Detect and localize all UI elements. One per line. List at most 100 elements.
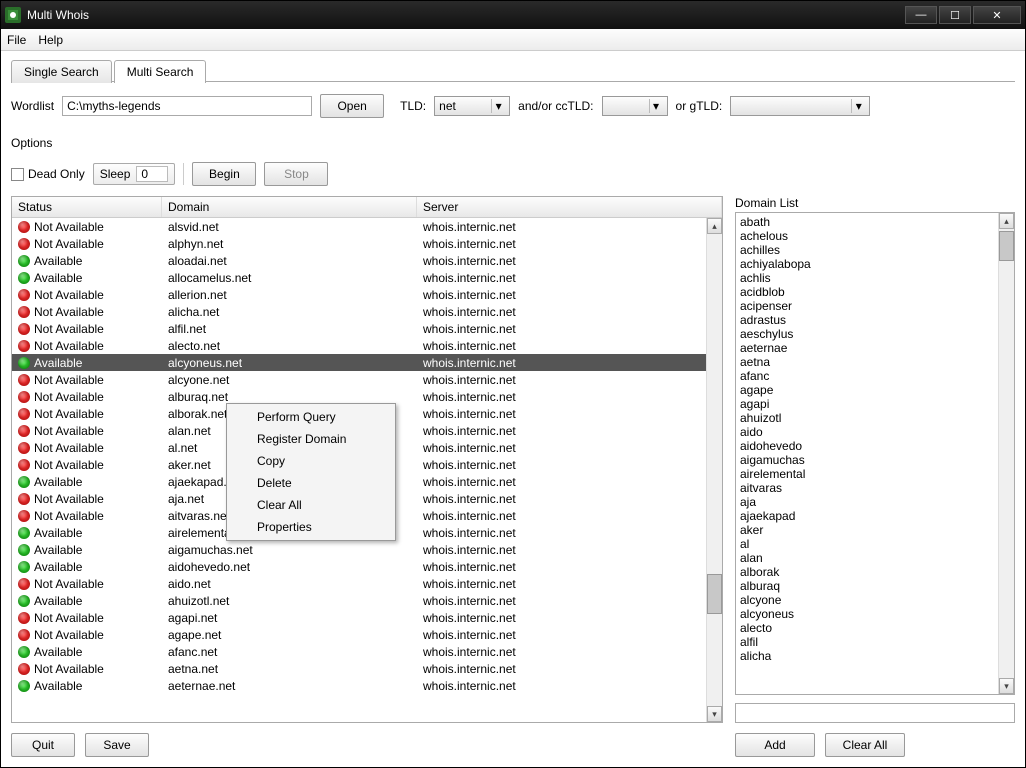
list-item[interactable]: alicha — [740, 649, 994, 663]
clear-all-button[interactable]: Clear All — [825, 733, 905, 757]
list-item[interactable]: alan — [740, 551, 994, 565]
server-text: whois.internic.net — [417, 475, 706, 489]
list-item[interactable]: abath — [740, 215, 994, 229]
scroll-down-icon[interactable]: ▾ — [707, 706, 722, 722]
list-item[interactable]: al — [740, 537, 994, 551]
table-row[interactable]: Not Availablealicha.netwhois.internic.ne… — [12, 303, 706, 320]
tab-multi-search[interactable]: Multi Search — [114, 60, 207, 83]
results-scrollbar[interactable]: ▴ ▾ — [706, 218, 722, 722]
status-dot-icon — [18, 612, 30, 624]
list-item[interactable]: acipenser — [740, 299, 994, 313]
list-item[interactable]: aker — [740, 523, 994, 537]
menu-help[interactable]: Help — [38, 33, 63, 47]
col-header-domain[interactable]: Domain — [162, 197, 417, 217]
table-row[interactable]: Availableaidohevedo.netwhois.internic.ne… — [12, 558, 706, 575]
tld-select[interactable]: net ▾ — [434, 96, 510, 116]
table-row[interactable]: Availableaigamuchas.netwhois.internic.ne… — [12, 541, 706, 558]
server-text: whois.internic.net — [417, 509, 706, 523]
wordlist-label: Wordlist — [11, 99, 54, 113]
list-item[interactable]: ajaekapad — [740, 509, 994, 523]
scroll-thumb[interactable] — [707, 574, 722, 614]
menu-item[interactable]: Clear All — [229, 494, 393, 516]
list-item[interactable]: aido — [740, 425, 994, 439]
titlebar[interactable]: Multi Whois — ☐ ✕ — [1, 1, 1025, 29]
table-row[interactable]: Not Availablealecto.netwhois.internic.ne… — [12, 337, 706, 354]
table-row[interactable]: Not Availableagape.netwhois.internic.net — [12, 626, 706, 643]
menu-file[interactable]: File — [7, 33, 26, 47]
col-header-server[interactable]: Server — [417, 197, 722, 217]
table-row[interactable]: Availableahuizotl.netwhois.internic.net — [12, 592, 706, 609]
domain-list-scrollbar[interactable]: ▴ ▾ — [998, 213, 1014, 694]
begin-button[interactable]: Begin — [192, 162, 256, 186]
table-row[interactable]: Availableafanc.netwhois.internic.net — [12, 643, 706, 660]
table-row[interactable]: Availablealoadai.netwhois.internic.net — [12, 252, 706, 269]
domain-list-label: Domain List — [735, 196, 1015, 210]
app-icon — [5, 7, 21, 23]
list-item[interactable]: alecto — [740, 621, 994, 635]
tab-single-search[interactable]: Single Search — [11, 60, 112, 83]
table-row[interactable]: Not Availableagapi.netwhois.internic.net — [12, 609, 706, 626]
stop-button[interactable]: Stop — [264, 162, 328, 186]
table-row[interactable]: Not Availableallerion.netwhois.internic.… — [12, 286, 706, 303]
scroll-thumb[interactable] — [999, 231, 1014, 261]
add-button[interactable]: Add — [735, 733, 815, 757]
list-item[interactable]: afanc — [740, 369, 994, 383]
list-item[interactable]: agapi — [740, 397, 994, 411]
table-row[interactable]: Availableaeternae.netwhois.internic.net — [12, 677, 706, 694]
save-button[interactable]: Save — [85, 733, 149, 757]
list-item[interactable]: airelemental — [740, 467, 994, 481]
list-item[interactable]: aidohevedo — [740, 439, 994, 453]
list-item[interactable]: alcyoneus — [740, 607, 994, 621]
table-row[interactable]: Availablealcyoneus.netwhois.internic.net — [12, 354, 706, 371]
list-item[interactable]: ahuizotl — [740, 411, 994, 425]
cctld-select[interactable]: ▾ — [602, 96, 668, 116]
table-row[interactable]: Not Availablealsvid.netwhois.internic.ne… — [12, 218, 706, 235]
list-item[interactable]: aitvaras — [740, 481, 994, 495]
list-item[interactable]: alcyone — [740, 593, 994, 607]
menu-item[interactable]: Register Domain — [229, 428, 393, 450]
list-item[interactable]: aigamuchas — [740, 453, 994, 467]
wordlist-input[interactable] — [62, 96, 312, 116]
quit-button[interactable]: Quit — [11, 733, 75, 757]
list-item[interactable]: achlis — [740, 271, 994, 285]
scroll-down-icon[interactable]: ▾ — [999, 678, 1014, 694]
col-header-status[interactable]: Status — [12, 197, 162, 217]
table-row[interactable]: Not Availablealphyn.netwhois.internic.ne… — [12, 235, 706, 252]
table-row[interactable]: Not Availablealfil.netwhois.internic.net — [12, 320, 706, 337]
list-item[interactable]: aja — [740, 495, 994, 509]
dead-only-checkbox[interactable]: Dead Only — [11, 167, 85, 181]
list-item[interactable]: alborak — [740, 565, 994, 579]
close-button[interactable]: ✕ — [973, 6, 1021, 24]
maximize-button[interactable]: ☐ — [939, 6, 971, 24]
menu-item[interactable]: Properties — [229, 516, 393, 538]
table-row[interactable]: Not Availablealcyone.netwhois.internic.n… — [12, 371, 706, 388]
domain-input[interactable] — [735, 703, 1015, 723]
list-item[interactable]: achiyalabopa — [740, 257, 994, 271]
status-text: Available — [34, 254, 82, 268]
gtld-select[interactable]: ▾ — [730, 96, 870, 116]
list-item[interactable]: alburaq — [740, 579, 994, 593]
menu-item[interactable]: Copy — [229, 450, 393, 472]
table-row[interactable]: Availableallocamelus.netwhois.internic.n… — [12, 269, 706, 286]
list-item[interactable]: agape — [740, 383, 994, 397]
options-label: Options — [11, 136, 1015, 150]
list-item[interactable]: aeternae — [740, 341, 994, 355]
minimize-button[interactable]: — — [905, 6, 937, 24]
open-button[interactable]: Open — [320, 94, 384, 118]
list-item[interactable]: aetna — [740, 355, 994, 369]
list-item[interactable]: aeschylus — [740, 327, 994, 341]
list-item[interactable]: adrastus — [740, 313, 994, 327]
list-item[interactable]: achelous — [740, 229, 994, 243]
table-row[interactable]: Not Availableaido.netwhois.internic.net — [12, 575, 706, 592]
sleep-input[interactable] — [136, 166, 168, 182]
scroll-up-icon[interactable]: ▴ — [999, 213, 1014, 229]
status-text: Not Available — [34, 237, 104, 251]
list-item[interactable]: alfil — [740, 635, 994, 649]
status-dot-icon — [18, 425, 30, 437]
table-row[interactable]: Not Availableaetna.netwhois.internic.net — [12, 660, 706, 677]
menu-item[interactable]: Perform Query — [229, 406, 393, 428]
list-item[interactable]: acidblob — [740, 285, 994, 299]
scroll-up-icon[interactable]: ▴ — [707, 218, 722, 234]
menu-item[interactable]: Delete — [229, 472, 393, 494]
list-item[interactable]: achilles — [740, 243, 994, 257]
